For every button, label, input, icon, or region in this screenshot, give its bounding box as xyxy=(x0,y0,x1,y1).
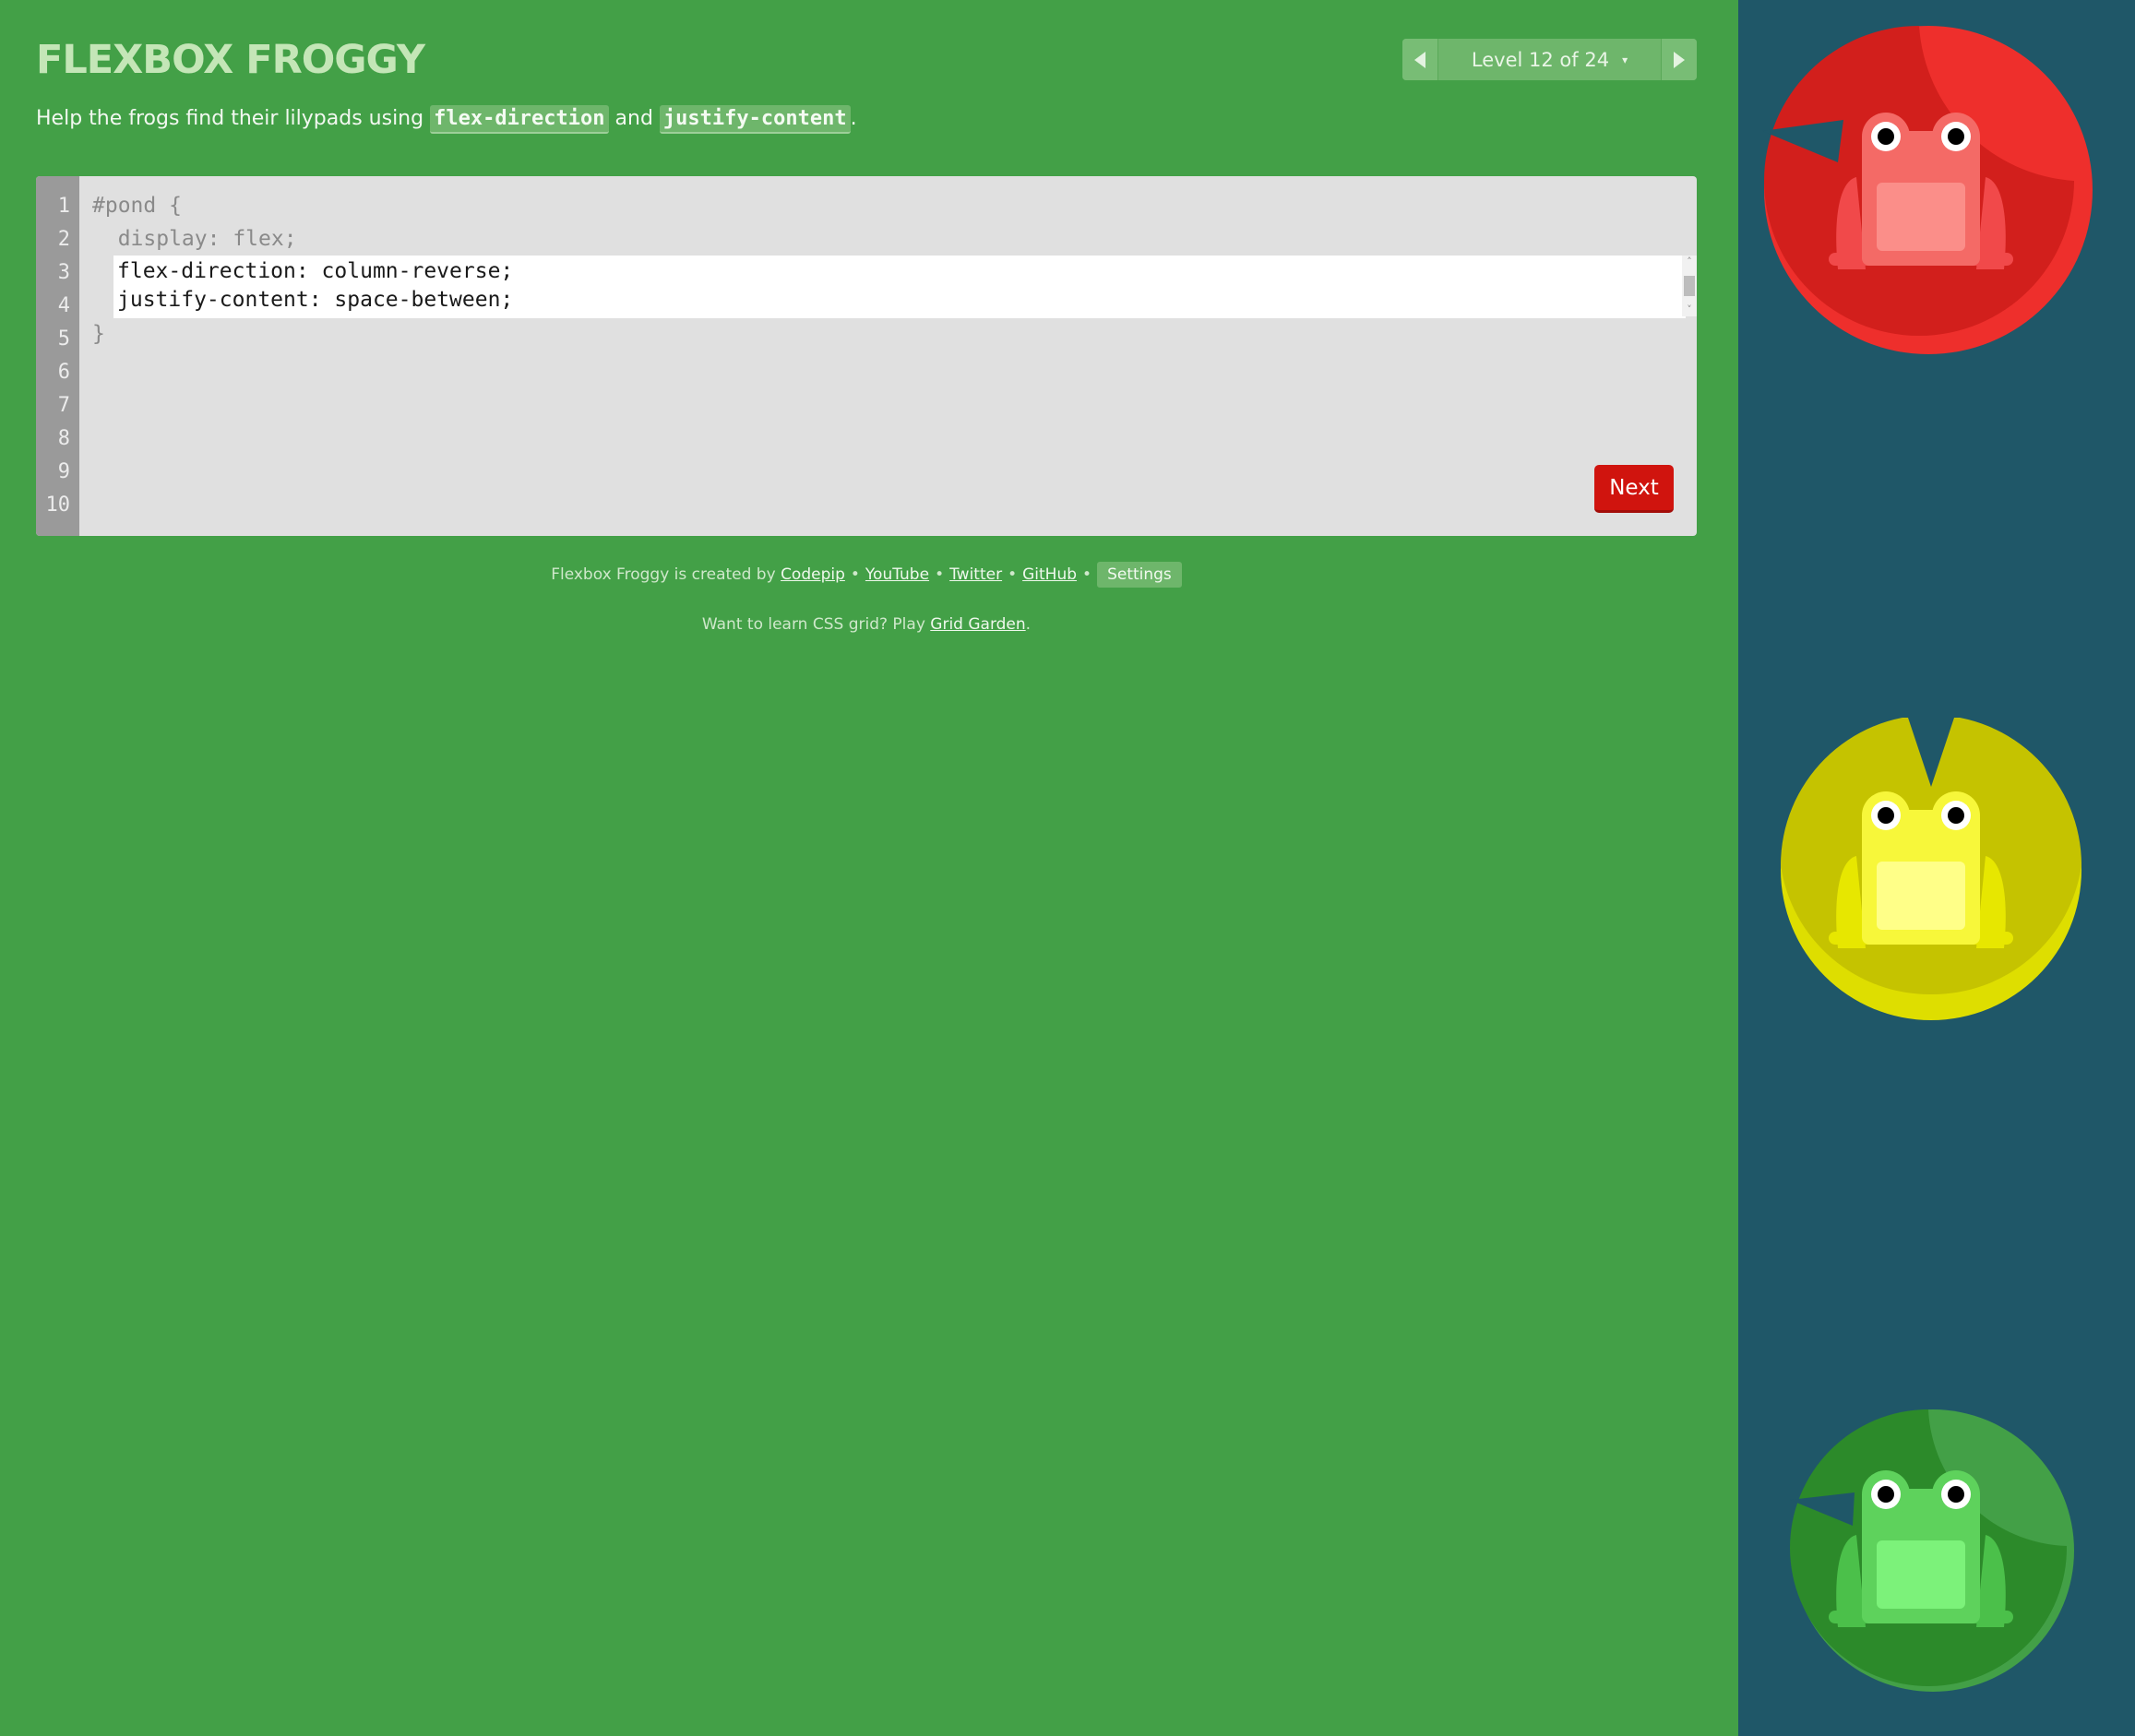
page-title: FLEXBOX FROGGY xyxy=(36,37,425,83)
pond-board xyxy=(1738,0,2135,1736)
promo-text: . xyxy=(1025,615,1032,634)
level-navigation: Level 12 of 24 ▾ xyxy=(1402,39,1697,80)
settings-button[interactable]: Settings xyxy=(1097,562,1182,588)
line-number: 8 xyxy=(57,427,70,450)
next-level-arrow[interactable] xyxy=(1661,39,1697,80)
promo-text: Want to learn CSS grid? Play xyxy=(701,615,931,634)
github-link[interactable]: GitHub xyxy=(1022,565,1077,584)
scrollbar-thumb[interactable] xyxy=(1684,276,1695,296)
level-instructions: Help the frogs find their lilypads using… xyxy=(36,105,857,134)
code-flex-direction[interactable]: flex-direction xyxy=(430,105,609,134)
line-number: 3 xyxy=(57,261,70,284)
separator: • xyxy=(935,565,945,584)
css-code-input[interactable]: flex-direction: column-reverse; justify-… xyxy=(113,256,1686,318)
instructions-text: and xyxy=(608,107,660,130)
scroll-up-icon[interactable]: ˄ xyxy=(1682,256,1697,268)
yellow-frog xyxy=(1829,791,2013,948)
separator: • xyxy=(1008,565,1018,584)
grid-garden-promo: Want to learn CSS grid? Play Grid Garden… xyxy=(36,615,1697,634)
youtube-link[interactable]: YouTube xyxy=(865,565,929,584)
chevron-down-icon: ▾ xyxy=(1622,53,1628,66)
instructions-panel: FLEXBOX FROGGY Level 12 of 24 ▾ Help the… xyxy=(0,0,1738,1736)
separator: • xyxy=(850,565,860,584)
arrow-left-icon xyxy=(1414,51,1425,68)
code-line-closing-brace: } xyxy=(92,322,105,346)
grid-garden-link[interactable]: Grid Garden xyxy=(930,615,1025,634)
credits-text: Flexbox Froggy is created by xyxy=(551,565,781,584)
separator: • xyxy=(1082,565,1092,584)
code-justify-content[interactable]: justify-content xyxy=(659,105,851,134)
red-frog xyxy=(1829,113,2013,269)
line-number: 7 xyxy=(57,394,70,417)
instructions-text: Help the frogs find their lilypads using xyxy=(36,107,431,130)
line-number: 5 xyxy=(57,327,70,351)
footer-credits: Flexbox Froggy is created by Codepip • You… xyxy=(36,562,1697,588)
codepip-link[interactable]: Codepip xyxy=(781,565,845,584)
line-number: 1 xyxy=(57,195,70,218)
code-line-display: display: flex; xyxy=(92,227,297,251)
twitter-link[interactable]: Twitter xyxy=(949,565,1002,584)
level-label: Level 12 of 24 xyxy=(1471,48,1610,71)
line-number: 9 xyxy=(57,460,70,483)
level-indicator[interactable]: Level 12 of 24 ▾ xyxy=(1438,39,1661,80)
next-button[interactable]: Next xyxy=(1594,465,1674,513)
code-line-selector: #pond { xyxy=(92,194,182,218)
instructions-text: . xyxy=(850,107,857,130)
line-number: 6 xyxy=(57,361,70,384)
line-number: 10 xyxy=(45,493,71,517)
line-number-gutter: 1 2 3 4 5 6 7 8 9 10 xyxy=(36,176,79,536)
line-number: 4 xyxy=(57,294,70,317)
scroll-down-icon[interactable]: ˅ xyxy=(1682,303,1697,316)
css-editor: 1 2 3 4 5 6 7 8 9 10 #pond { display: fl… xyxy=(36,176,1697,536)
editor-scrollbar[interactable]: ˄ ˅ xyxy=(1682,256,1697,316)
green-frog xyxy=(1829,1470,2013,1627)
previous-level-button[interactable] xyxy=(1402,39,1438,80)
arrow-right-icon xyxy=(1674,51,1685,68)
line-number: 2 xyxy=(57,228,70,251)
